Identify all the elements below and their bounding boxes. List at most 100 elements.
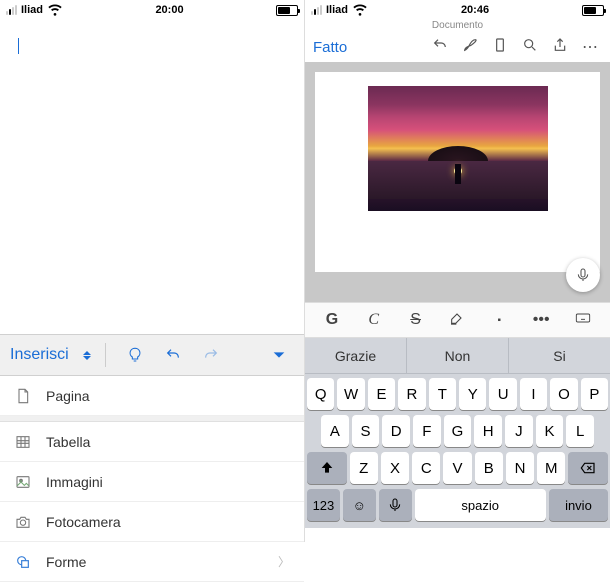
space-key[interactable]: spazio (415, 489, 546, 521)
key-v[interactable]: V (443, 452, 471, 484)
key-q[interactable]: Q (307, 378, 334, 410)
camera-icon (14, 514, 32, 530)
key-a[interactable]: A (321, 415, 349, 447)
shift-key[interactable] (307, 452, 347, 484)
battery-icon (276, 5, 298, 16)
key-u[interactable]: U (489, 378, 516, 410)
undo-icon[interactable] (158, 347, 188, 363)
key-l[interactable]: L (566, 415, 594, 447)
insert-toolbar: Inserisci (0, 334, 304, 376)
backspace-key[interactable] (568, 452, 608, 484)
format-bar: G C S ▪ ••• (305, 302, 610, 338)
document-viewport[interactable] (305, 62, 610, 302)
highlight-button[interactable] (442, 310, 472, 331)
numbers-key[interactable]: 123 (307, 489, 340, 521)
more-icon[interactable]: ⋯ (578, 37, 602, 57)
keyboard: Q W E R T Y U I O P A S D F G H J K L Z … (305, 374, 610, 528)
draw-icon[interactable] (458, 37, 482, 58)
suggestion-3[interactable]: Si (509, 338, 610, 373)
clock: 20:00 (155, 4, 183, 16)
wifi-icon (47, 1, 63, 20)
suggestion-1[interactable]: Grazie (305, 338, 407, 373)
key-h[interactable]: H (474, 415, 502, 447)
signal-icon (311, 5, 322, 15)
share-icon[interactable] (548, 37, 572, 58)
key-e[interactable]: E (368, 378, 395, 410)
mic-key[interactable] (379, 489, 412, 521)
wifi-icon (352, 1, 368, 20)
menu-label: Tabella (46, 434, 90, 450)
done-button[interactable]: Fatto (313, 39, 347, 56)
text-cursor (18, 38, 19, 54)
key-row-4: 123 ☺ spazio invio (307, 489, 608, 521)
emoji-key[interactable]: ☺ (343, 489, 376, 521)
suggestion-bar: Grazie Non Si (305, 338, 610, 374)
menu-label: Fotocamera (46, 514, 121, 530)
key-x[interactable]: X (381, 452, 409, 484)
redo-icon[interactable] (196, 347, 226, 363)
key-row-2: A S D F G H J K L (307, 415, 608, 447)
strike-button[interactable]: S (401, 311, 431, 329)
status-bar: Iliad 20:00 (0, 0, 304, 20)
menu-item-tabella[interactable]: Tabella (0, 422, 304, 462)
key-s[interactable]: S (352, 415, 380, 447)
left-screenshot: Iliad 20:00 Inserisci (0, 0, 305, 542)
chevron-right-icon: 〉 (278, 553, 290, 570)
insert-menu: Pagina Tabella Immagini Fotocamera Forme… (0, 376, 304, 582)
battery-icon (582, 5, 604, 16)
document-icon[interactable] (488, 37, 512, 58)
undo-icon[interactable] (428, 37, 452, 58)
carrier-label: Iliad (326, 4, 348, 16)
more-format-button[interactable]: ••• (526, 311, 556, 329)
key-row-1: Q W E R T Y U I O P (307, 378, 608, 410)
search-icon[interactable] (518, 37, 542, 58)
document-canvas[interactable] (0, 20, 304, 334)
key-i[interactable]: I (520, 378, 547, 410)
insert-dropdown[interactable]: Inserisci (10, 346, 69, 364)
key-n[interactable]: N (506, 452, 534, 484)
menu-item-immagini[interactable]: Immagini (0, 462, 304, 502)
editor-toolbar: Fatto ⋯ (305, 32, 610, 62)
dictation-button[interactable] (566, 258, 600, 292)
updown-icon[interactable] (83, 351, 91, 360)
keyboard-toggle-icon[interactable] (568, 310, 598, 331)
key-z[interactable]: Z (350, 452, 378, 484)
status-bar: Iliad 20:46 (305, 0, 610, 20)
key-k[interactable]: K (536, 415, 564, 447)
right-screenshot: Iliad 20:46 Documento Fatto ⋯ G C S ▪ ••… (305, 0, 610, 542)
inserted-image[interactable] (368, 86, 548, 211)
menu-label: Immagini (46, 474, 103, 490)
menu-item-pagina[interactable]: Pagina (0, 376, 304, 416)
enter-key[interactable]: invio (549, 489, 608, 521)
bold-button[interactable]: G (317, 311, 347, 329)
key-d[interactable]: D (382, 415, 410, 447)
shapes-icon (14, 554, 32, 570)
page-icon (14, 388, 32, 404)
key-g[interactable]: G (444, 415, 472, 447)
key-j[interactable]: J (505, 415, 533, 447)
document-page[interactable] (315, 72, 600, 272)
key-t[interactable]: T (429, 378, 456, 410)
menu-item-forme[interactable]: Forme 〉 (0, 542, 304, 582)
menu-item-fotocamera[interactable]: Fotocamera (0, 502, 304, 542)
key-w[interactable]: W (337, 378, 364, 410)
key-row-3: Z X C V B N M (307, 452, 608, 484)
document-title: Documento (305, 20, 610, 32)
key-r[interactable]: R (398, 378, 425, 410)
table-icon (14, 434, 32, 450)
color-button[interactable]: ▪ (484, 315, 514, 326)
key-m[interactable]: M (537, 452, 565, 484)
key-f[interactable]: F (413, 415, 441, 447)
suggestion-2[interactable]: Non (407, 338, 509, 373)
carrier-label: Iliad (21, 4, 43, 16)
key-b[interactable]: B (475, 452, 503, 484)
collapse-icon[interactable] (264, 347, 294, 363)
lightbulb-icon[interactable] (120, 347, 150, 363)
key-p[interactable]: P (581, 378, 608, 410)
key-y[interactable]: Y (459, 378, 486, 410)
clock: 20:46 (461, 4, 489, 16)
menu-label: Forme (46, 554, 86, 570)
key-o[interactable]: O (550, 378, 577, 410)
italic-button[interactable]: C (359, 311, 389, 329)
key-c[interactable]: C (412, 452, 440, 484)
